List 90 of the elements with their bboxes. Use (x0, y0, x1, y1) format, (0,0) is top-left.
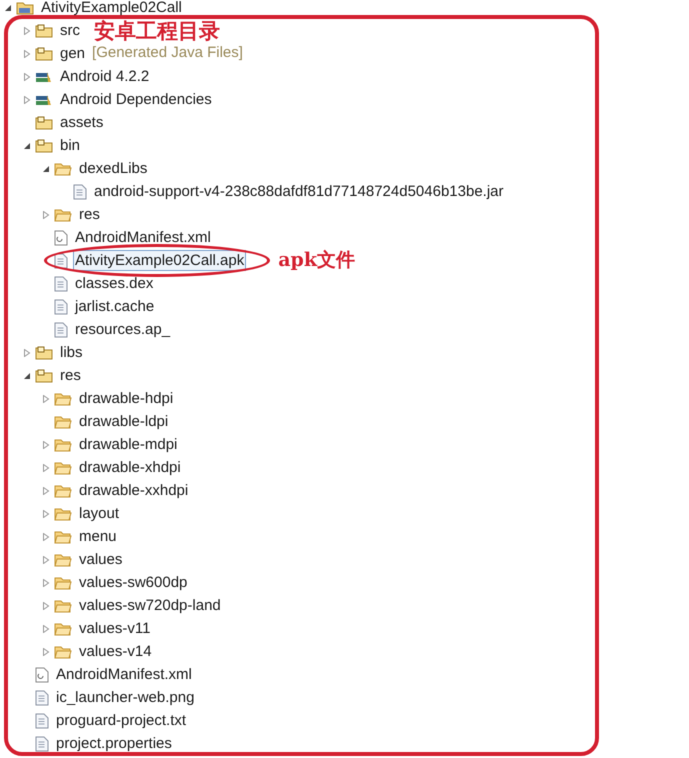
file-icon (54, 276, 68, 292)
package-folder-icon (35, 138, 53, 154)
tree-item-label[interactable]: android-support-v4-238c88dafdf81d77148724d5046b13be.jar (92, 181, 506, 202)
tree-item-label[interactable]: AtivityExample02Call (39, 0, 184, 18)
folder-icon (54, 392, 72, 406)
file-icon (35, 690, 49, 706)
xml-file-icon (35, 666, 49, 682)
tree-item-label[interactable]: values-v11 (77, 618, 152, 639)
file-icon (73, 184, 87, 200)
project-folder-icon (16, 0, 34, 16)
tree-item-label[interactable]: src (58, 20, 82, 41)
tree-item-label[interactable]: Android Dependencies (58, 89, 214, 110)
tree-item-label[interactable]: gen (58, 43, 88, 64)
collapsed-arrow-icon[interactable] (23, 348, 31, 356)
tree-item-label[interactable]: libs (58, 342, 85, 363)
file-icon (35, 712, 49, 728)
folder-icon (54, 438, 72, 452)
collapsed-arrow-icon[interactable] (42, 510, 50, 518)
collapsed-arrow-icon[interactable] (42, 486, 50, 494)
folder-icon (54, 552, 72, 566)
folder-icon (54, 162, 72, 176)
collapsed-arrow-icon[interactable] (42, 556, 50, 564)
folder-icon (54, 460, 72, 474)
collapsed-arrow-icon[interactable] (42, 624, 50, 632)
expanded-arrow-icon[interactable] (4, 4, 12, 12)
collapsed-arrow-icon[interactable] (42, 464, 50, 472)
tree-item-label[interactable]: drawable-xhdpi (77, 457, 183, 478)
folder-icon (54, 530, 72, 544)
file-icon (54, 322, 68, 338)
expanded-arrow-icon[interactable] (23, 372, 31, 380)
tree-item-label[interactable]: drawable-hdpi (77, 388, 176, 409)
tree-item-label[interactable]: menu (77, 526, 119, 547)
expanded-arrow-icon[interactable] (23, 142, 31, 150)
collapsed-arrow-icon[interactable] (23, 72, 31, 80)
collapsed-arrow-icon[interactable] (42, 648, 50, 656)
collapsed-arrow-icon[interactable] (42, 578, 50, 586)
tree-item-label[interactable]: ic_launcher-web.png (54, 687, 196, 708)
collapsed-arrow-icon[interactable] (23, 96, 31, 104)
library-books-icon (35, 92, 53, 106)
tree-item-label[interactable]: classes.dex (73, 273, 156, 294)
tree-item-label[interactable]: AndroidManifest.xml (73, 227, 213, 248)
package-folder-icon (35, 344, 53, 360)
tree-item-label[interactable]: resources.ap_ (73, 319, 172, 340)
tree-item-label[interactable]: res (58, 365, 83, 386)
file-icon (35, 736, 49, 752)
folder-icon (54, 414, 72, 428)
collapsed-arrow-icon[interactable] (42, 210, 50, 218)
folder-icon (54, 484, 72, 498)
tree-item-label[interactable]: jarlist.cache (73, 296, 156, 317)
tree-item-decoration: [Generated Java Files] (92, 43, 243, 64)
tree-item-label[interactable]: project.properties (54, 733, 174, 754)
tree-item-label[interactable]: values-sw600dp (77, 572, 190, 593)
tree-item-label[interactable]: proguard-project.txt (54, 710, 188, 731)
collapsed-arrow-icon[interactable] (42, 440, 50, 448)
collapsed-arrow-icon[interactable] (42, 394, 50, 402)
tree-item-label[interactable]: AndroidManifest.xml (54, 664, 194, 685)
expanded-arrow-icon[interactable] (42, 164, 50, 172)
folder-icon (54, 598, 72, 612)
xml-file-icon (54, 230, 68, 246)
collapsed-arrow-icon[interactable] (23, 50, 31, 58)
annotation-text: 安卓工程目录 (94, 16, 220, 45)
tree-item-label[interactable]: drawable-xxhdpi (77, 480, 190, 501)
collapsed-arrow-icon[interactable] (42, 602, 50, 610)
file-icon (54, 252, 68, 268)
file-icon (54, 298, 68, 314)
folder-icon (54, 576, 72, 590)
package-folder-icon (35, 46, 53, 62)
tree-item-label[interactable]: assets (58, 112, 106, 133)
package-folder-icon (35, 114, 53, 130)
tree-item-label[interactable]: values (77, 549, 124, 570)
tree-item-label[interactable]: AtivityExample02Call.apk (73, 250, 246, 271)
tree-item-label[interactable]: values-sw720dp-land (77, 595, 223, 616)
package-folder-icon (35, 368, 53, 384)
tree-item-label[interactable]: dexedLibs (77, 158, 150, 179)
library-books-icon (35, 70, 53, 84)
collapsed-arrow-icon[interactable] (42, 532, 50, 540)
tree-item-label[interactable]: bin (58, 135, 82, 156)
tree-item-label[interactable]: values-v14 (77, 641, 154, 662)
folder-icon (54, 644, 72, 658)
annotation-text: apk文件 (278, 248, 356, 274)
tree-item-label[interactable]: layout (77, 503, 122, 524)
package-folder-icon (35, 22, 53, 38)
collapsed-arrow-icon[interactable] (23, 26, 31, 34)
folder-icon (54, 622, 72, 636)
folder-icon (54, 506, 72, 520)
tree-item-label[interactable]: Android 4.2.2 (58, 66, 152, 87)
folder-icon (54, 208, 72, 222)
tree-item-label[interactable]: res (77, 204, 102, 225)
tree-item-label[interactable]: drawable-ldpi (77, 411, 170, 432)
tree-item-label[interactable]: drawable-mdpi (77, 434, 180, 455)
